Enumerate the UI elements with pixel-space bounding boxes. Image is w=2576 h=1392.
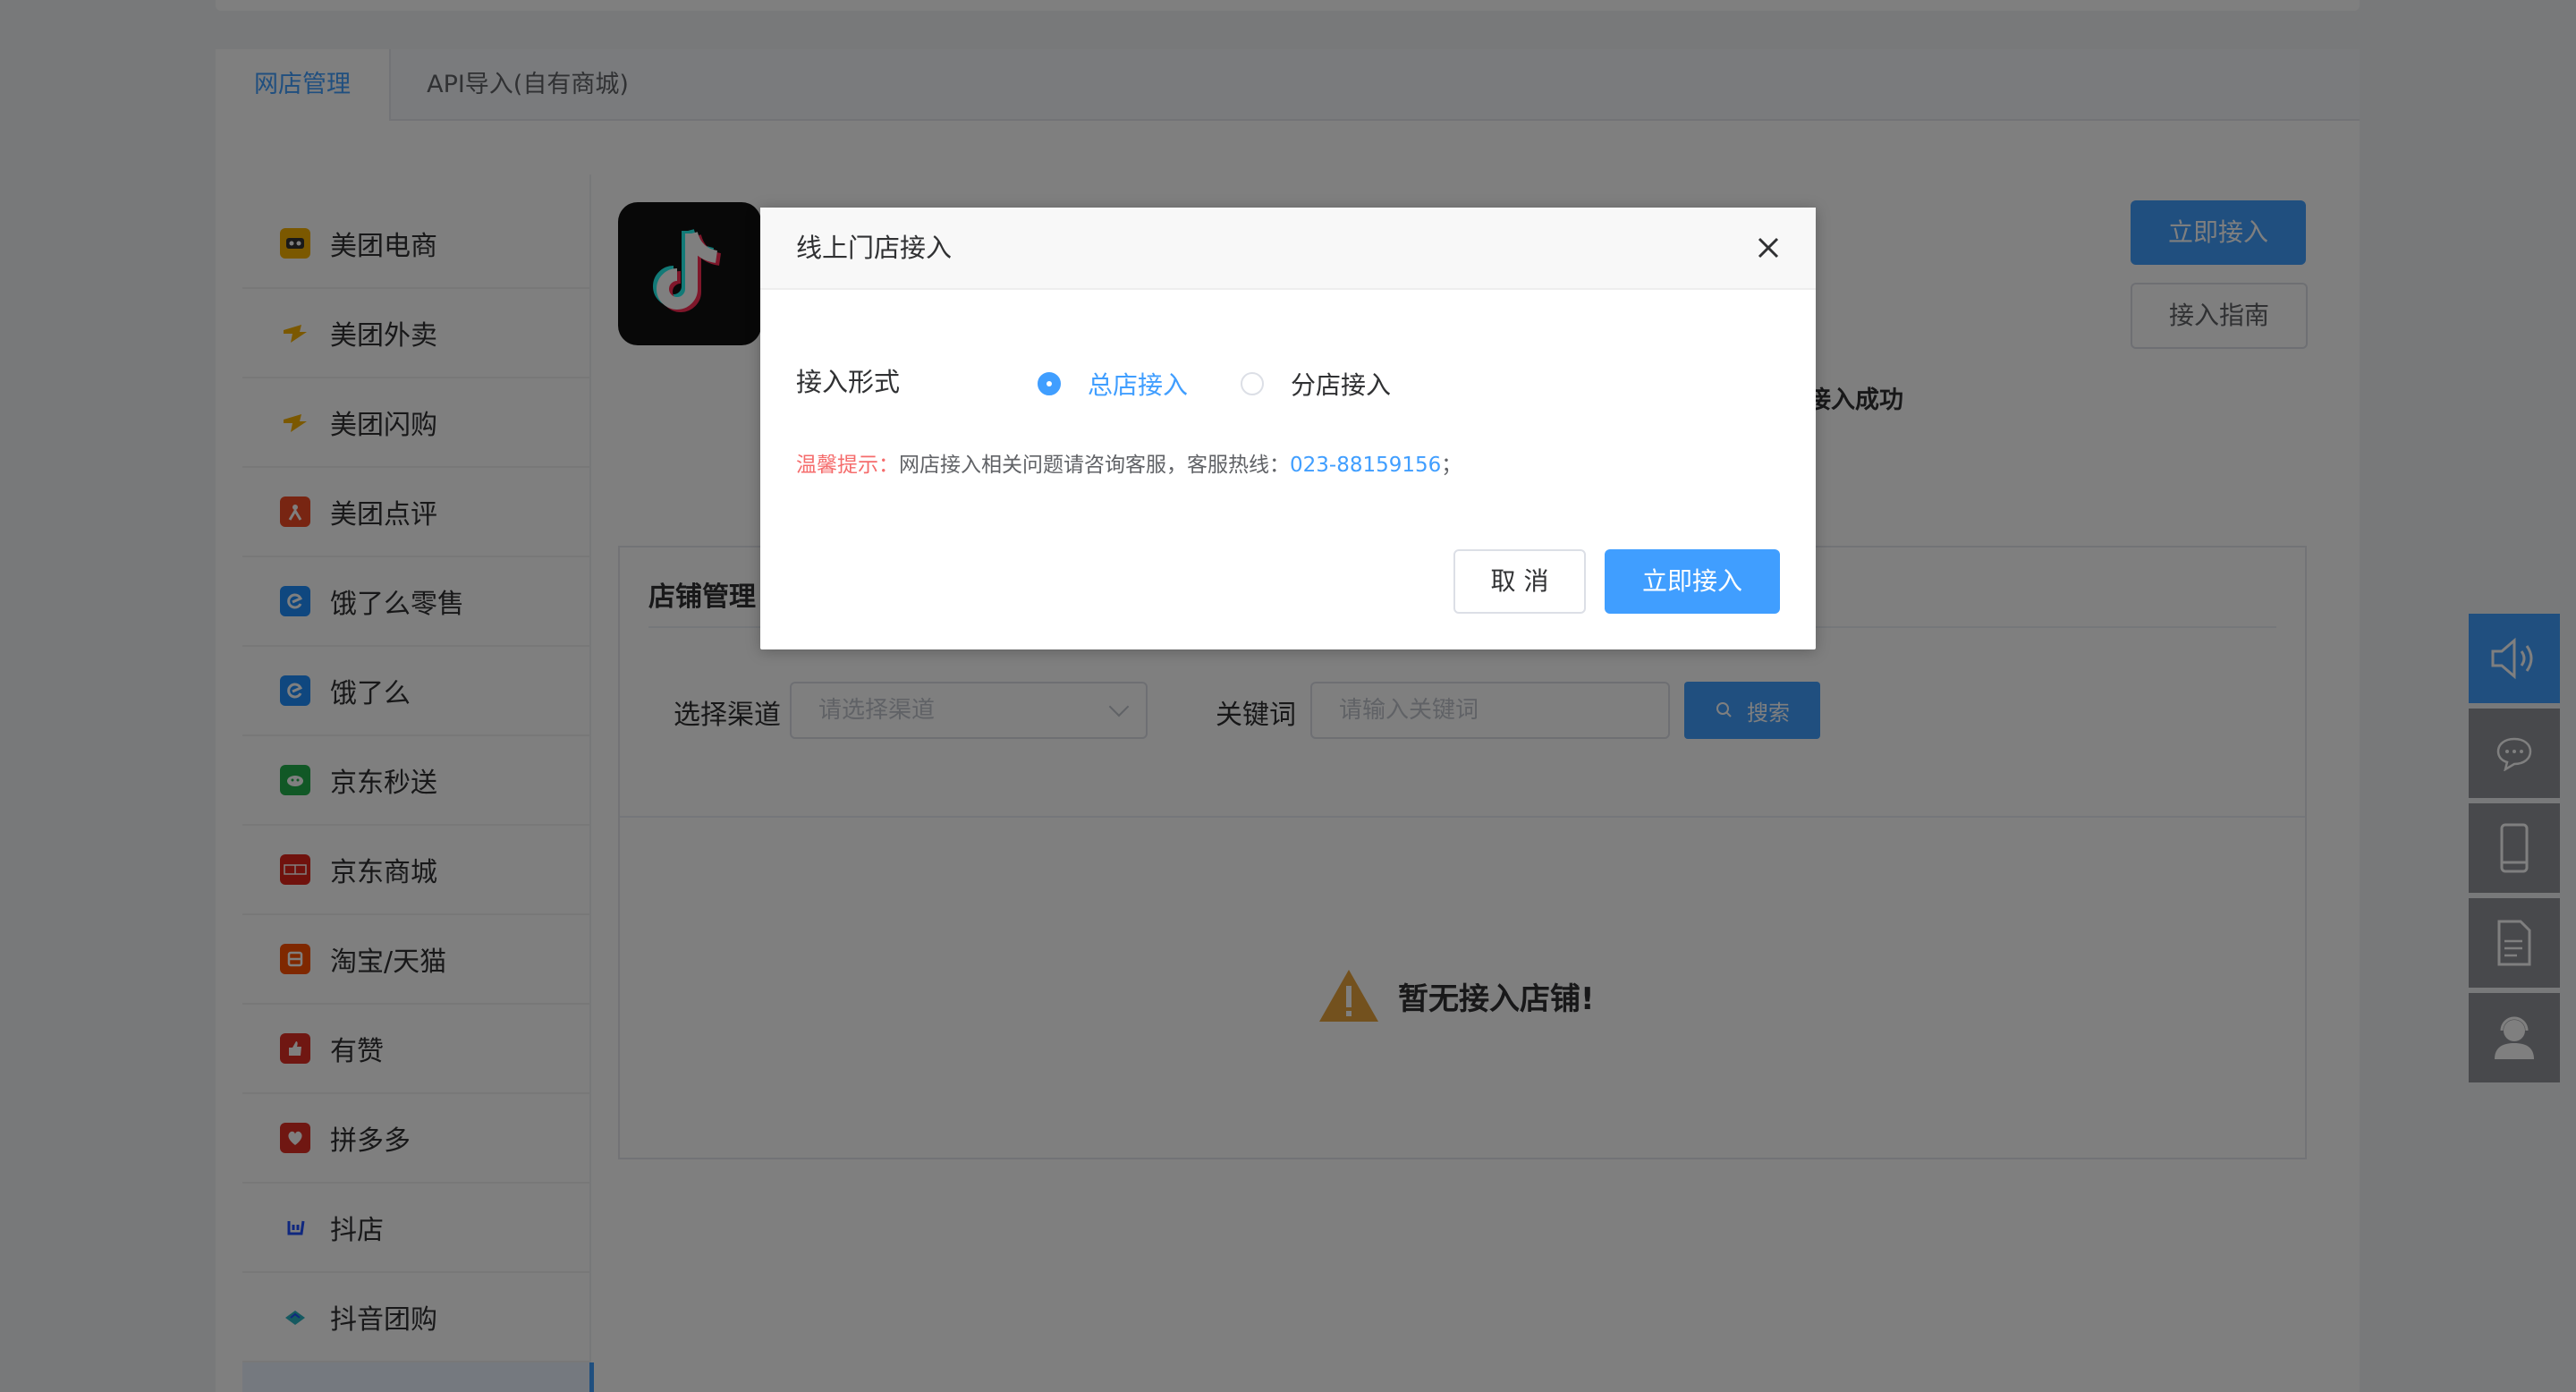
page-root: 网店管理 API导入(自有商城) 美团电商 美团外卖 美团闪购: [0, 0, 2576, 1392]
online-store-connect-dialog: 线上门店接入 接入形式 总店接入 分店接入 温馨提示：网店接入相关问题请咨询客服…: [760, 208, 1816, 649]
dialog-title: 线上门店接入: [796, 233, 953, 263]
tip-label: 温馨提示：: [796, 454, 899, 477]
connect-type-label: 接入形式: [796, 367, 901, 397]
close-icon[interactable]: [1755, 234, 1782, 261]
tip-end: ；: [1441, 454, 1462, 477]
dialog-header: 线上门店接入: [760, 208, 1816, 290]
radio-label: 分店接入: [1291, 370, 1392, 400]
radio-branch-store[interactable]: 分店接入: [1241, 366, 1391, 402]
tip-text: 温馨提示：网店接入相关问题请咨询客服，客服热线：023-88159156；: [796, 447, 1462, 478]
cancel-button[interactable]: 取 消: [1453, 549, 1586, 614]
tip-phone: 023-88159156: [1290, 454, 1442, 477]
radio-head-store[interactable]: 总店接入: [1038, 366, 1188, 402]
radio-checked-icon: [1038, 372, 1061, 395]
radio-label: 总店接入: [1088, 370, 1189, 400]
confirm-connect-button[interactable]: 立即接入: [1605, 549, 1780, 614]
tip-message: 网店接入相关问题请咨询客服，客服热线：: [899, 454, 1290, 477]
radio-unchecked-icon: [1241, 372, 1264, 395]
